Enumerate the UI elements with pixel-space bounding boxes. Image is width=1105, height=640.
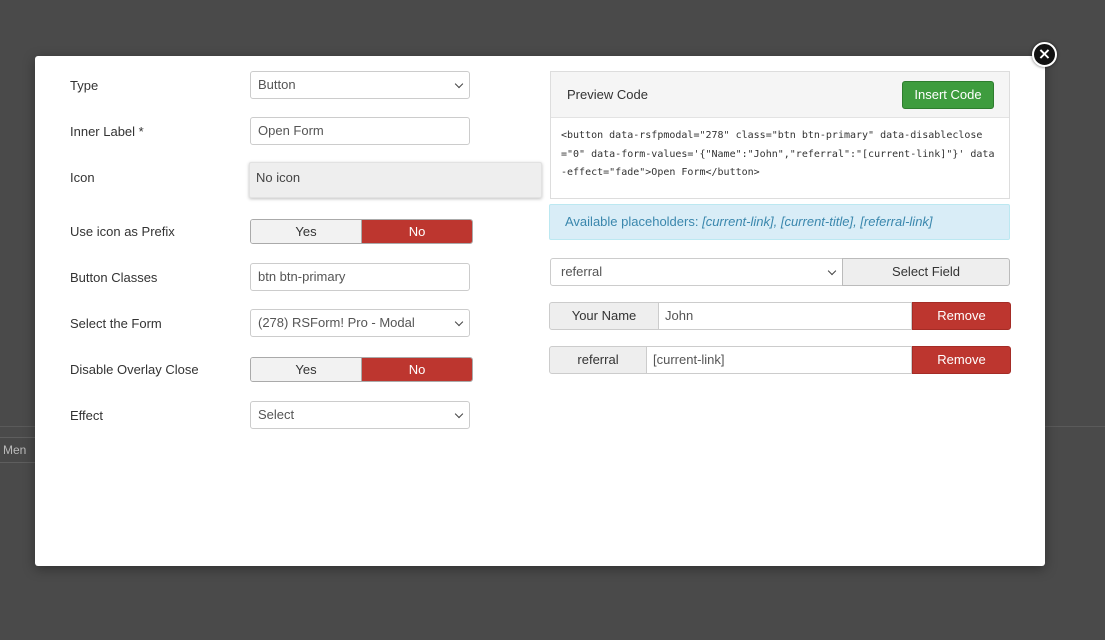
- insert-code-button[interactable]: Insert Code: [902, 81, 994, 109]
- value-input[interactable]: John: [659, 302, 912, 330]
- remove-button[interactable]: Remove: [912, 346, 1011, 374]
- icon-picker[interactable]: No icon: [249, 162, 542, 198]
- effect-label: Effect: [70, 408, 104, 423]
- value-row: Your Name John Remove: [549, 302, 1011, 330]
- select-form-label: Select the Form: [70, 316, 162, 331]
- icon-prefix-yes-button[interactable]: Yes: [251, 220, 362, 243]
- preview-title: Preview Code: [567, 87, 648, 102]
- disable-overlay-no-button[interactable]: No: [362, 358, 472, 381]
- icon-prefix-toggle: Yes No: [250, 219, 473, 244]
- background-menu-tab: Men: [0, 437, 38, 463]
- value-row: referral [current-link] Remove: [549, 346, 1011, 374]
- disable-overlay-toggle: Yes No: [250, 357, 473, 382]
- preview-panel: Preview Code Insert Code <button data-rs…: [550, 71, 1010, 199]
- remove-button[interactable]: Remove: [912, 302, 1011, 330]
- disable-overlay-label: Disable Overlay Close: [70, 362, 199, 377]
- type-select[interactable]: Button: [250, 71, 470, 99]
- placeholders-alert: Available placeholders: [current-link], …: [549, 204, 1010, 240]
- disable-overlay-yes-button[interactable]: Yes: [251, 358, 362, 381]
- preview-code: <button data-rsfpmodal="278" class="btn …: [561, 130, 995, 178]
- icon-prefix-no-button[interactable]: No: [362, 220, 472, 243]
- preview-header: Preview Code Insert Code: [551, 72, 1009, 118]
- value-name: referral: [549, 346, 647, 374]
- button-classes-input[interactable]: btn btn-primary: [250, 263, 470, 291]
- icon-prefix-label: Use icon as Prefix: [70, 224, 175, 239]
- inner-label-label: Inner Label *: [70, 124, 144, 139]
- field-select[interactable]: referral: [550, 258, 843, 286]
- icon-label: Icon: [70, 170, 95, 185]
- close-icon[interactable]: ×: [1032, 42, 1057, 67]
- button-classes-label: Button Classes: [70, 270, 158, 285]
- value-input[interactable]: [current-link]: [647, 346, 912, 374]
- select-field-button[interactable]: Select Field: [842, 258, 1010, 286]
- form-select[interactable]: (278) RSForm! Pro - Modal: [250, 309, 470, 337]
- placeholders-label: Available placeholders:: [565, 214, 699, 229]
- effect-select[interactable]: Select: [250, 401, 470, 429]
- inner-label-input[interactable]: Open Form: [250, 117, 470, 145]
- placeholders-list: [current-link], [current-title], [referr…: [702, 214, 933, 229]
- type-label: Type: [70, 78, 99, 93]
- value-name: Your Name: [549, 302, 659, 330]
